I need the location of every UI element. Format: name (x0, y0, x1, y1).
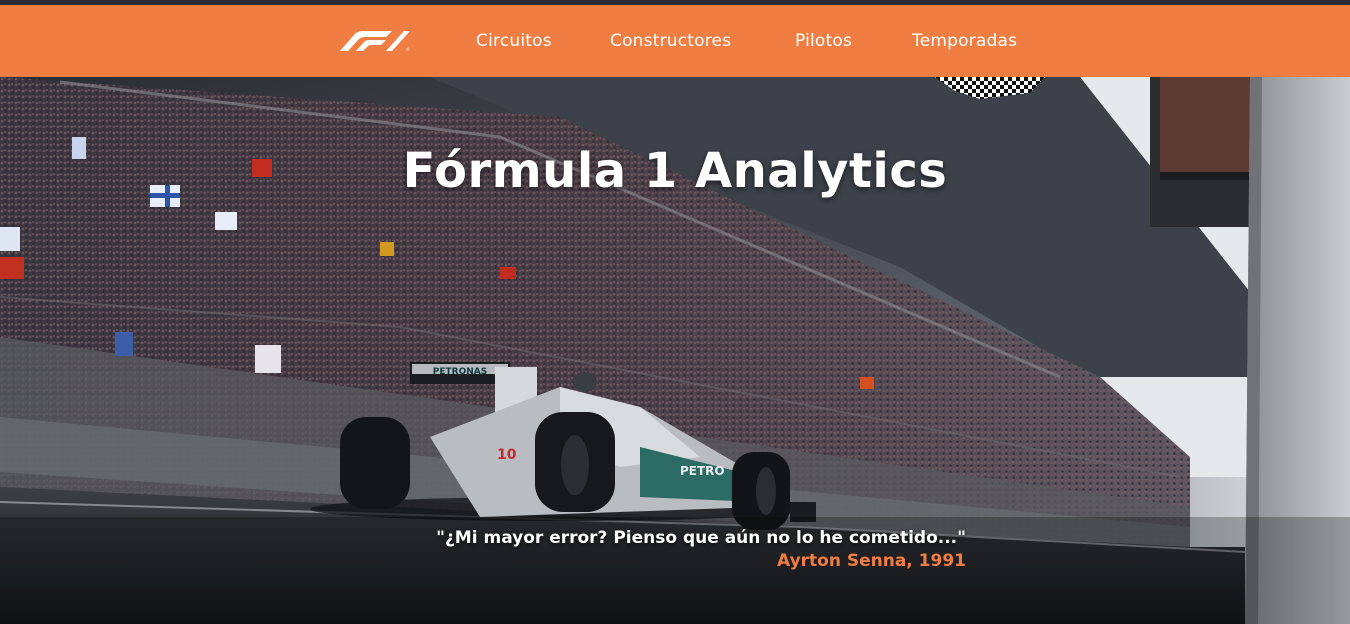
quote-author: Ayrton Senna, 1991 (777, 551, 966, 571)
hero-title: Fórmula 1 Analytics (402, 143, 948, 199)
f1-logo-icon[interactable]: ® (336, 29, 412, 53)
page: ® Circuitos Constructores Pilotos Tempor… (0, 0, 1350, 624)
nav-circuitos[interactable]: Circuitos (476, 31, 552, 51)
svg-text:PETRONAS: PETRONAS (433, 367, 487, 377)
quote-text: "¿Mi mayor error? Pienso que aún no lo h… (436, 528, 966, 548)
hero-section: PETRONAS PETRO 10 Fórmula 1 Analytics "¿… (0, 77, 1350, 624)
svg-text:®: ® (406, 47, 410, 52)
svg-text:10: 10 (497, 447, 517, 463)
nav-pilotos[interactable]: Pilotos (795, 31, 852, 51)
navbar: ® Circuitos Constructores Pilotos Tempor… (0, 5, 1350, 77)
quote-block: "¿Mi mayor error? Pienso que aún no lo h… (436, 528, 966, 571)
nav-constructores[interactable]: Constructores (610, 31, 731, 51)
svg-text:PETRO: PETRO (680, 464, 725, 478)
nav-temporadas[interactable]: Temporadas (912, 31, 1017, 51)
